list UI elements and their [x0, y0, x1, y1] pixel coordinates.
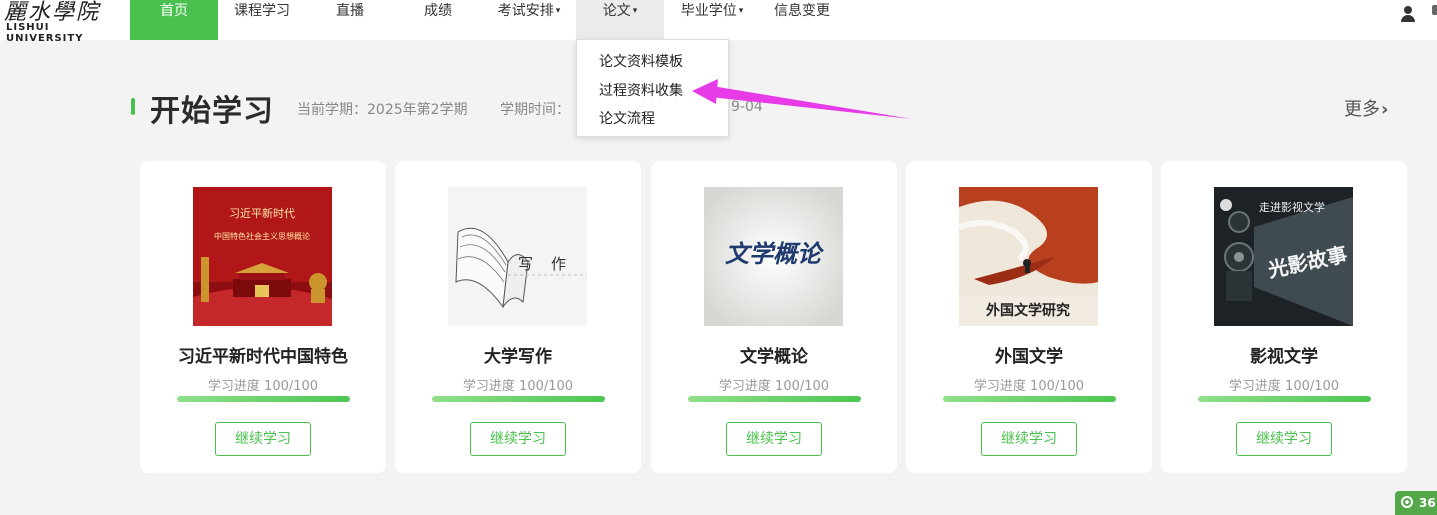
- course-progress-fill: [177, 396, 350, 402]
- semester-label-text: 当前学期：: [297, 102, 367, 118]
- course-card[interactable]: 写 作 大学写作 学习进度 100/100 继续学习: [395, 161, 641, 473]
- course-progress-text: 学习进度 100/100: [1228, 379, 1340, 394]
- menu-item-thesis-process[interactable]: 论文流程: [599, 108, 655, 128]
- widget-number: 36: [1419, 496, 1436, 510]
- cover-char-write: 写: [518, 255, 533, 273]
- course-progress-fill: [1198, 396, 1371, 402]
- chevron-down-icon: ▾: [555, 6, 561, 16]
- section-title: 开始学习: [150, 94, 274, 129]
- course-progress-bar: [1198, 396, 1371, 402]
- course-card[interactable]: 外国文学研究 外国文学 学习进度 100/100 继续学习: [906, 161, 1152, 473]
- cover-char-compose: 作: [551, 255, 566, 273]
- semester-value: 2025年第2学期: [367, 102, 468, 118]
- course-card[interactable]: 习近平新时代 中国特色社会主义思想概论 习近平新时代中国特色 学习进度 100/…: [140, 161, 386, 473]
- course-progress-bar: [688, 396, 861, 402]
- menu-item-thesis-templates[interactable]: 论文资料模板: [599, 51, 683, 71]
- course-card[interactable]: 文学概论 文学概论 学习进度 100/100 继续学习: [651, 161, 897, 473]
- university-logo[interactable]: 麗水學院 LISHUI UNIVERSITY: [4, 0, 122, 44]
- cover-title-line2: 中国特色社会主义思想概论: [214, 231, 310, 241]
- course-title[interactable]: 外国文学: [906, 342, 1152, 367]
- nav-info-change[interactable]: 信息变更: [760, 0, 844, 40]
- plus-circle-icon: [1401, 496, 1413, 508]
- nav-thesis-label: 论文: [602, 3, 631, 19]
- course-progress-fill: [943, 396, 1116, 402]
- nav-grades-label: 成绩: [424, 3, 452, 19]
- course-card[interactable]: 走进影视文学 光影故事 影视文学 学习进度 100/100 继续学习: [1161, 161, 1407, 473]
- cover-title-text: 外国文学研究: [986, 302, 1070, 319]
- nav-course-study[interactable]: 课程学习: [218, 0, 306, 40]
- cover-subtitle: 走进影视文学: [1259, 200, 1325, 214]
- chevron-right-icon: ›: [1381, 99, 1389, 120]
- nav-graduation-degree-label: 毕业学位: [680, 3, 737, 19]
- course-title[interactable]: 影视文学: [1161, 342, 1407, 367]
- open-book-cover-icon[interactable]: 写 作: [448, 187, 587, 326]
- course-progress-text: 学习进度 100/100: [207, 379, 319, 394]
- cover-calligraphy-title: 文学概论: [725, 239, 825, 268]
- course-title[interactable]: 习近平新时代中国特色: [140, 342, 386, 367]
- course-progress-fill: [688, 396, 861, 402]
- course-progress-text: 学习进度 100/100: [718, 379, 830, 394]
- course-progress-bar: [177, 396, 350, 402]
- nav-graduation-degree[interactable]: 毕业学位 ▾: [664, 0, 760, 40]
- course-title[interactable]: 大学写作: [395, 342, 641, 367]
- nav-home[interactable]: 首页: [130, 0, 218, 40]
- continue-learning-button[interactable]: 继续学习: [981, 422, 1077, 456]
- nav-live-label: 直播: [336, 3, 364, 19]
- continue-learning-button[interactable]: 继续学习: [215, 422, 311, 456]
- continue-learning-button[interactable]: 继续学习: [1236, 422, 1332, 456]
- section-accent-bar: [131, 98, 135, 115]
- thesis-dropdown-menu: 论文资料模板 过程资料收集 论文流程: [576, 39, 729, 137]
- nav-live[interactable]: 直播: [306, 0, 394, 40]
- nav-exam-schedule[interactable]: 考试安排 ▾: [482, 0, 576, 40]
- course-title[interactable]: 文学概论: [651, 342, 897, 367]
- course-progress-fill: [432, 396, 605, 402]
- chevron-down-icon: ▾: [632, 6, 638, 16]
- boat-river-cover-icon[interactable]: 外国文学研究: [959, 187, 1098, 326]
- nav-grades[interactable]: 成绩: [394, 0, 482, 40]
- menu-item-process-materials[interactable]: 过程资料收集: [599, 80, 683, 100]
- top-navigation-bar: 麗水學院 LISHUI UNIVERSITY 首页 课程学习 直播 成绩 考试安…: [0, 0, 1437, 44]
- film-projector-cover-icon[interactable]: 走进影视文学 光影故事: [1214, 187, 1353, 326]
- logo-english-name: LISHUI UNIVERSITY: [6, 22, 84, 44]
- nav-home-label: 首页: [160, 3, 188, 19]
- more-label: 更多: [1344, 99, 1380, 120]
- nav-exam-schedule-label: 考试安排: [497, 3, 554, 19]
- floating-service-widget[interactable]: 36: [1395, 491, 1437, 515]
- semester-label: 当前学期：2025年第2学期: [297, 99, 468, 119]
- nav-course-study-label: 课程学习: [234, 3, 290, 19]
- course-progress-text: 学习进度 100/100: [462, 379, 574, 394]
- course-progress-bar: [432, 396, 605, 402]
- nav-thesis[interactable]: 论文 ▾: [576, 0, 664, 40]
- course-progress-bar: [943, 396, 1116, 402]
- continue-learning-button[interactable]: 继续学习: [470, 422, 566, 456]
- calligraphy-cover-icon[interactable]: 文学概论: [704, 187, 843, 326]
- continue-learning-button[interactable]: 继续学习: [726, 422, 822, 456]
- chevron-down-icon: ▾: [738, 6, 744, 16]
- more-link[interactable]: 更多›: [1344, 95, 1388, 121]
- tiananmen-cover-icon[interactable]: 习近平新时代 中国特色社会主义思想概论: [193, 187, 332, 326]
- truncated-menu-icon[interactable]: [1432, 5, 1437, 15]
- nav-info-change-label: 信息变更: [774, 3, 830, 19]
- semester-time-tail: 9-04: [731, 99, 763, 115]
- course-progress-text: 学习进度 100/100: [973, 379, 1085, 394]
- semester-time-label: 学期时间：: [500, 102, 570, 118]
- user-icon[interactable]: [1399, 6, 1417, 22]
- cover-title-line1: 习近平新时代: [229, 206, 295, 220]
